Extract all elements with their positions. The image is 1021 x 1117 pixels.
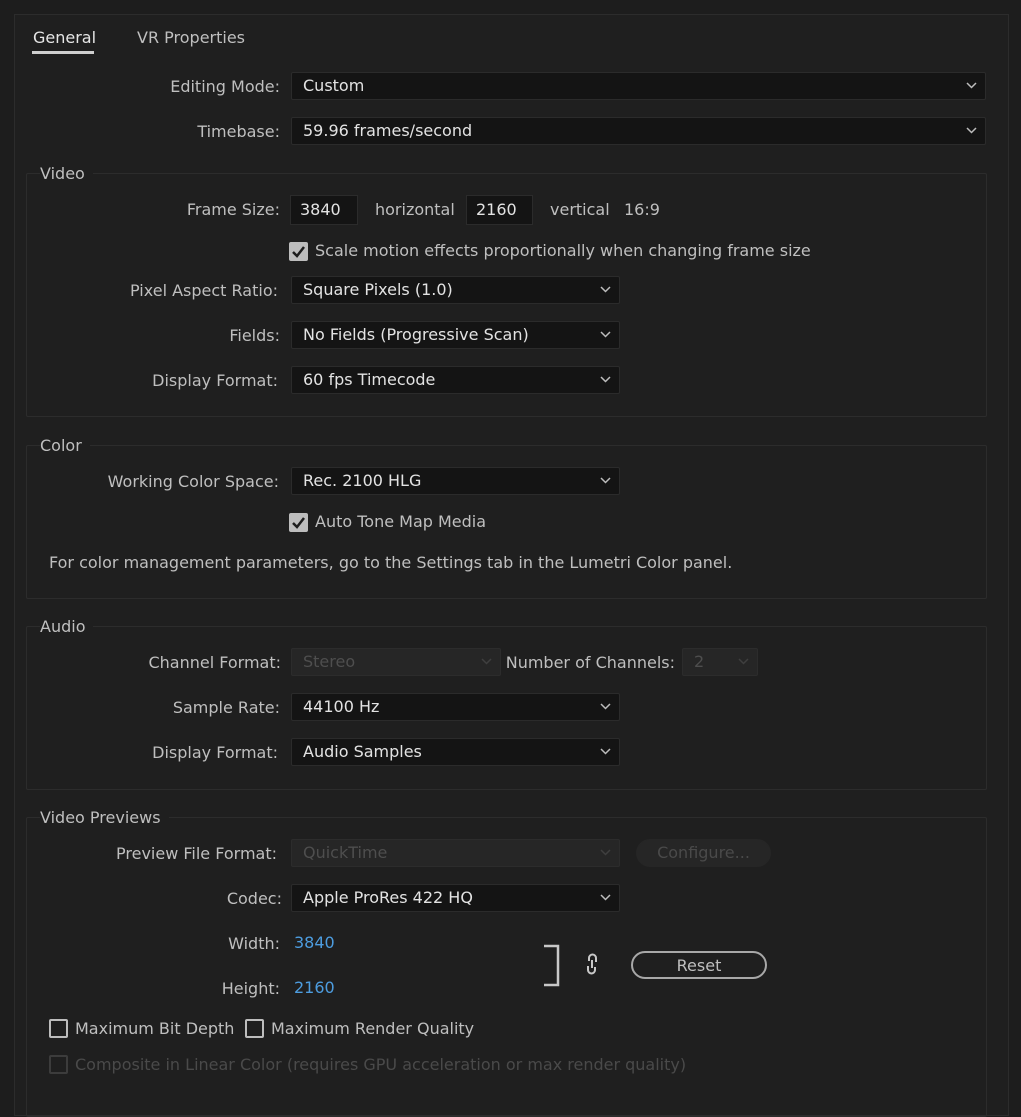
max-bit-depth-checkbox[interactable]: [49, 1019, 68, 1038]
chevron-down-icon: [600, 849, 611, 856]
color-management-note: For color management parameters, go to t…: [49, 553, 733, 572]
reset-button[interactable]: Reset: [631, 951, 767, 979]
chevron-down-icon: [600, 376, 611, 383]
auto-tone-map-label: Auto Tone Map Media: [315, 512, 487, 531]
channel-format-select[interactable]: Stereo: [291, 648, 501, 676]
preview-height-label: Height:: [221, 979, 280, 998]
chevron-down-icon: [966, 127, 977, 134]
chevron-down-icon: [600, 894, 611, 901]
tab-active-indicator: [32, 51, 94, 54]
checkmark-icon: [292, 246, 305, 258]
editing-mode-select[interactable]: Custom: [291, 72, 986, 100]
video-display-format-label: Display Format:: [152, 371, 278, 390]
timebase-value: 59.96 frames/second: [303, 121, 473, 140]
frame-width-input[interactable]: 3840: [290, 195, 358, 225]
working-color-space-select[interactable]: Rec. 2100 HLG: [291, 467, 620, 495]
preview-file-format-select[interactable]: QuickTime: [291, 839, 620, 867]
audio-display-format-value: Audio Samples: [303, 742, 422, 761]
working-color-space-label: Working Color Space:: [107, 472, 279, 491]
sample-rate-label: Sample Rate:: [172, 698, 280, 717]
chevron-down-icon: [600, 748, 611, 755]
timebase-label: Timebase:: [197, 122, 280, 141]
chevron-down-icon: [600, 286, 611, 293]
working-color-space-value: Rec. 2100 HLG: [303, 471, 422, 490]
color-group-title: Color: [40, 436, 90, 455]
editing-mode-label: Editing Mode:: [170, 77, 280, 96]
channel-format-value: Stereo: [303, 652, 356, 671]
frame-height-input[interactable]: 2160: [466, 195, 533, 225]
channel-format-label: Channel Format:: [148, 653, 281, 672]
frame-height-value: 2160: [476, 200, 517, 219]
preview-file-format-value: QuickTime: [303, 843, 388, 862]
video-display-format-select[interactable]: 60 fps Timecode: [291, 366, 620, 394]
tab-vr-properties[interactable]: VR Properties: [137, 28, 245, 47]
vertical-label: vertical: [550, 200, 610, 219]
chevron-down-icon: [600, 331, 611, 338]
max-render-quality-checkbox[interactable]: [245, 1019, 264, 1038]
codec-label: Codec:: [226, 889, 282, 908]
link-bracket-icon: [544, 944, 560, 987]
auto-tone-map-checkbox[interactable]: [289, 513, 308, 532]
number-of-channels-label: Number of Channels:: [505, 653, 675, 672]
number-of-channels-select[interactable]: 2: [682, 648, 758, 676]
audio-group-title: Audio: [40, 617, 94, 636]
configure-button[interactable]: Configure...: [636, 839, 771, 867]
aspect-ratio-readout: 16:9: [624, 200, 660, 219]
audio-display-format-label: Display Format:: [152, 743, 278, 762]
preview-height-value[interactable]: 2160: [294, 978, 335, 997]
video-previews-group-title: Video Previews: [40, 808, 169, 827]
chevron-down-icon: [600, 477, 611, 484]
sample-rate-value: 44100 Hz: [303, 697, 380, 716]
preview-file-format-label: Preview File Format:: [116, 844, 277, 863]
chain-link-icon[interactable]: [583, 952, 601, 976]
max-render-quality-label: Maximum Render Quality: [271, 1019, 475, 1038]
audio-display-format-select[interactable]: Audio Samples: [291, 738, 620, 766]
composite-linear-label: Composite in Linear Color (requires GPU …: [75, 1055, 687, 1074]
fields-label: Fields:: [229, 326, 280, 345]
preview-width-value[interactable]: 3840: [294, 933, 335, 952]
pixel-aspect-label: Pixel Aspect Ratio:: [130, 281, 278, 300]
scale-motion-label: Scale motion effects proportionally when…: [315, 241, 811, 260]
chevron-down-icon: [600, 703, 611, 710]
scale-motion-checkbox[interactable]: [289, 242, 308, 261]
codec-select[interactable]: Apple ProRes 422 HQ: [291, 884, 620, 912]
tab-general[interactable]: General: [33, 28, 96, 47]
checkmark-icon: [292, 517, 305, 529]
frame-size-label: Frame Size:: [186, 200, 280, 219]
codec-value: Apple ProRes 422 HQ: [303, 888, 473, 907]
video-group-title: Video: [40, 164, 93, 183]
frame-width-value: 3840: [300, 200, 341, 219]
pixel-aspect-value: Square Pixels (1.0): [303, 280, 453, 299]
fields-select[interactable]: No Fields (Progressive Scan): [291, 321, 620, 349]
number-of-channels-value: 2: [694, 652, 705, 671]
sample-rate-select[interactable]: 44100 Hz: [291, 693, 620, 721]
pixel-aspect-select[interactable]: Square Pixels (1.0): [291, 276, 620, 304]
timebase-select[interactable]: 59.96 frames/second: [291, 117, 986, 145]
chevron-down-icon: [738, 658, 749, 665]
video-display-format-value: 60 fps Timecode: [303, 370, 436, 389]
chevron-down-icon: [481, 658, 492, 665]
horizontal-label: horizontal: [375, 200, 455, 219]
editing-mode-value: Custom: [303, 76, 365, 95]
max-bit-depth-label: Maximum Bit Depth: [75, 1019, 235, 1038]
composite-linear-checkbox[interactable]: [49, 1055, 68, 1074]
preview-width-label: Width:: [228, 934, 280, 953]
chevron-down-icon: [966, 82, 977, 89]
fields-value: No Fields (Progressive Scan): [303, 325, 529, 344]
